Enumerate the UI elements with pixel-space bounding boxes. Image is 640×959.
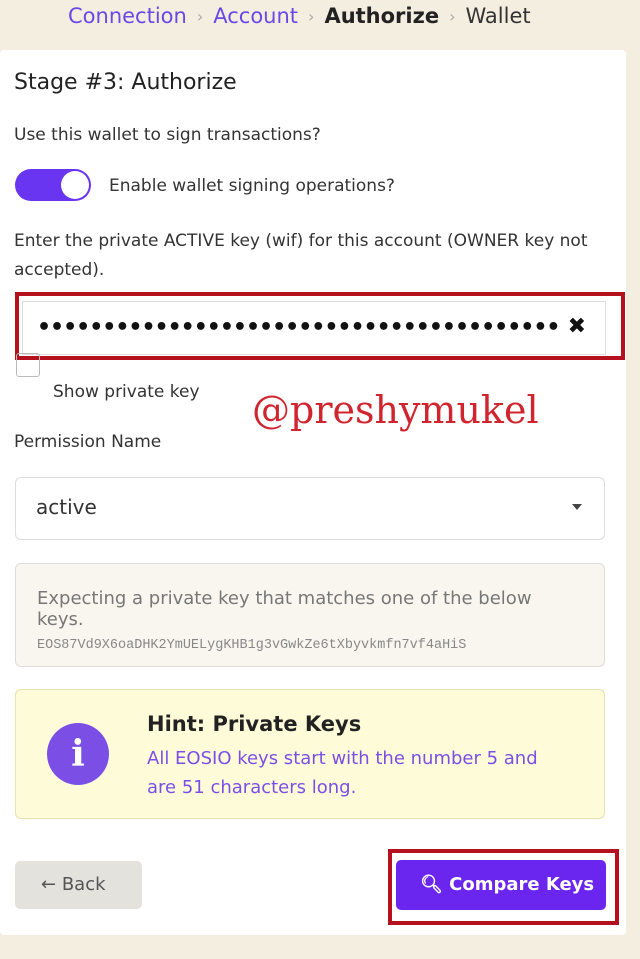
toggle-label: Enable wallet signing operations? [109, 176, 395, 196]
show-key-label: Show private key [53, 382, 200, 402]
caret-down-icon [572, 504, 582, 510]
back-label: Back [61, 874, 106, 895]
arrow-left-icon: ← [41, 874, 62, 895]
expected-public-key: EOS87Vd9X6oaDHK2YmUELygKHB1g3vGwkZe6tXby… [37, 638, 467, 653]
chevron-right-icon: › [308, 6, 315, 26]
chevron-right-icon: › [449, 6, 456, 26]
hint-panel: i Hint: Private Keys All EOSIO keys star… [15, 689, 605, 819]
hint-body: All EOSIO keys start with the number 5 a… [147, 748, 538, 798]
key-prompt: Enter the private ACTIVE key (wif) for t… [14, 231, 588, 280]
compare-keys-button[interactable]: 🔍︎ Compare Keys [396, 860, 606, 910]
search-icon: 🔍︎ [420, 874, 450, 895]
private-key-value: •••••••••••••••••••••••••••••••••••••••• [37, 315, 560, 340]
chevron-right-icon: › [196, 6, 204, 26]
breadcrumb-wallet: Wallet [465, 4, 531, 28]
sign-question: Use this wallet to sign transactions? [14, 125, 321, 145]
signing-toggle[interactable] [15, 169, 91, 201]
private-key-input[interactable]: ••••••••••••••••••••••••••••••••••••••••… [22, 301, 606, 355]
watermark: @preshymukel [252, 388, 539, 432]
toggle-knob [61, 171, 89, 199]
expect-text: Expecting a private key that matches one… [37, 588, 532, 630]
page-title: Stage #3: Authorize [14, 70, 237, 95]
breadcrumb-account[interactable]: Account [213, 4, 298, 28]
breadcrumb-connection[interactable]: Connection [68, 4, 187, 28]
expected-key-panel: Expecting a private key that matches one… [15, 563, 605, 667]
breadcrumb: Connection › Account › Authorize › Wallet [68, 4, 531, 28]
permission-value: active [36, 495, 97, 519]
clear-icon[interactable]: ✖ [568, 314, 586, 339]
permission-label: Permission Name [14, 432, 162, 452]
back-button[interactable]: ← Back [15, 861, 142, 909]
show-key-checkbox[interactable] [16, 353, 40, 377]
hint-title: Hint: Private Keys [147, 712, 362, 736]
info-icon: i [47, 723, 109, 785]
compare-label: Compare Keys [449, 874, 595, 895]
permission-select[interactable]: active [15, 477, 605, 540]
breadcrumb-authorize: Authorize [324, 4, 440, 28]
